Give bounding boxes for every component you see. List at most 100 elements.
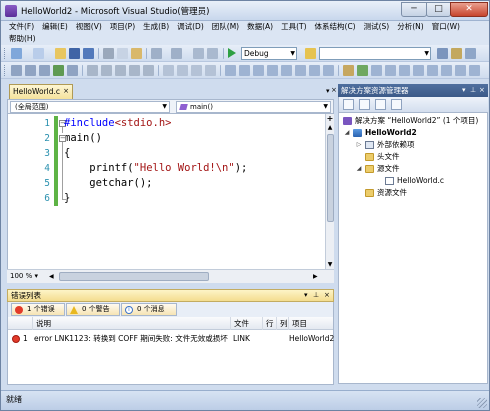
paste-icon[interactable] [131, 48, 142, 59]
menu-help[interactable]: 帮助(H) [3, 33, 40, 45]
toolbar-icon[interactable] [413, 65, 424, 76]
toolbar-icon[interactable] [239, 65, 250, 76]
toolbar-icon[interactable] [67, 65, 78, 76]
toolbar-icon[interactable] [205, 65, 216, 76]
messages-filter-button[interactable]: i 0 个消息 [121, 303, 177, 316]
pin-icon[interactable]: ⊥ [313, 290, 319, 301]
toolbar-icon[interactable] [309, 65, 320, 76]
function-dropdown[interactable]: main() ▼ [176, 101, 331, 113]
code-editor[interactable]: 1 − #include<stdio.h> 2 main() 3 { 4 pri… [7, 114, 325, 269]
toolbar-icon[interactable] [53, 65, 64, 76]
toolbar-icon[interactable] [281, 65, 292, 76]
toolbar-icon[interactable] [455, 65, 466, 76]
navigate-backward-icon[interactable] [193, 48, 204, 59]
menu-debug[interactable]: 调试(D) [173, 21, 208, 33]
chevron-down-icon[interactable]: ▾ [462, 84, 466, 97]
menu-analyze[interactable]: 分析(N) [393, 21, 427, 33]
toolbar-icon[interactable] [357, 65, 368, 76]
tab-helloworld-c[interactable]: HelloWorld.c × [9, 84, 73, 99]
toolbar-icon[interactable] [441, 65, 452, 76]
title-bar[interactable]: HelloWorld2 - Microsoft Visual Studio(管理… [1, 1, 489, 21]
scroll-left-icon[interactable]: ◀ [49, 271, 54, 282]
maximize-button[interactable]: □ [426, 2, 451, 17]
minimize-button[interactable]: ─ [401, 2, 427, 17]
toolbar-icon[interactable] [39, 65, 50, 76]
properties-icon[interactable] [343, 99, 354, 110]
splitter-icon[interactable]: + [326, 115, 334, 123]
column-header-line[interactable]: 行 [262, 317, 276, 330]
scroll-thumb[interactable] [327, 134, 334, 222]
menu-data[interactable]: 数据(A) [243, 21, 277, 33]
expand-arrow-icon[interactable]: ▷ [355, 139, 363, 151]
toolbar-icon[interactable] [323, 65, 334, 76]
editor-vertical-scrollbar[interactable]: + ▲ ▼ [325, 114, 334, 269]
start-debugging-icon[interactable] [228, 48, 236, 58]
zoom-level[interactable]: 100 % ▾ [10, 271, 38, 282]
solution-configuration-select[interactable]: Debug ▼ [241, 47, 297, 60]
toolbar-icon[interactable] [25, 65, 36, 76]
toolbar-icon[interactable] [469, 65, 480, 76]
toolbar-grip[interactable] [4, 48, 7, 59]
toolbar-icon[interactable] [163, 65, 174, 76]
table-row[interactable]: 1 error LNK1123: 转换到 COFF 期间失败: 文件无效或损坏 … [8, 332, 334, 346]
toolbar-icon[interactable] [267, 65, 278, 76]
toolbar-icon[interactable] [177, 65, 188, 76]
navigate-forward-icon[interactable] [207, 48, 218, 59]
close-icon[interactable]: × [331, 86, 337, 94]
close-tab-icon[interactable]: × [63, 85, 69, 98]
pin-icon[interactable]: ⊥ [470, 84, 476, 97]
close-icon[interactable]: × [479, 84, 485, 97]
menu-project[interactable]: 项目(P) [106, 21, 139, 33]
menu-test[interactable]: 测试(S) [360, 21, 394, 33]
refresh-icon[interactable] [375, 99, 386, 110]
add-item-icon[interactable] [33, 48, 44, 59]
new-project-icon[interactable] [11, 48, 22, 59]
show-all-files-icon[interactable] [359, 99, 370, 110]
view-class-diagram-icon[interactable] [391, 99, 402, 110]
warnings-filter-button[interactable]: 0 个警告 [66, 303, 120, 316]
scroll-right-icon[interactable]: ▶ [313, 271, 318, 282]
toolbar-icon[interactable] [129, 65, 140, 76]
toolbar-icon[interactable] [225, 65, 236, 76]
toolbar-icon[interactable] [371, 65, 382, 76]
menu-file[interactable]: 文件(F) [3, 21, 38, 33]
toolbar-icon[interactable] [427, 65, 438, 76]
chevron-down-icon[interactable]: ▾ [326, 87, 330, 95]
column-header-file[interactable]: 文件 [230, 317, 262, 330]
close-icon[interactable]: × [324, 290, 330, 301]
find-in-files-icon[interactable] [305, 48, 316, 59]
collapse-arrow-icon[interactable]: ◢ [343, 127, 351, 139]
resize-grip-icon[interactable] [477, 398, 487, 408]
toolbar-grip[interactable] [4, 65, 7, 76]
copy-icon[interactable] [117, 48, 128, 59]
toolbar-icon[interactable] [253, 65, 264, 76]
column-header-column[interactable]: 列 [276, 317, 288, 330]
toolbar-icon[interactable] [343, 65, 354, 76]
undo-icon[interactable] [151, 48, 162, 59]
redo-icon[interactable] [171, 48, 182, 59]
scroll-down-icon[interactable]: ▼ [326, 261, 334, 268]
horizontal-scroll-thumb[interactable] [59, 272, 209, 281]
find-icon[interactable] [437, 48, 448, 59]
toolbar-icon[interactable] [385, 65, 396, 76]
column-header-project[interactable]: 项目 [288, 317, 333, 330]
solution-explorer-header[interactable]: 解决方案资源管理器 ▾ ⊥ × [338, 84, 488, 97]
scroll-up-icon[interactable]: ▲ [326, 124, 334, 131]
scope-dropdown[interactable]: (全局范围) ▼ [10, 101, 170, 113]
toolbar-icon[interactable] [101, 65, 112, 76]
errors-filter-button[interactable]: 1 个错误 [11, 303, 65, 316]
chevron-down-icon[interactable]: ▾ [304, 290, 308, 301]
close-button[interactable]: ✕ [450, 2, 488, 17]
menu-tools[interactable]: 工具(T) [277, 21, 310, 33]
column-header-index[interactable] [8, 317, 32, 330]
column-header-description[interactable]: 说明 [32, 317, 230, 330]
toolbar-icon[interactable] [115, 65, 126, 76]
menu-architecture[interactable]: 体系结构(C) [311, 21, 360, 33]
save-all-icon[interactable] [83, 48, 94, 59]
find-combo[interactable]: ▼ [319, 47, 431, 60]
toolbar-icon[interactable] [191, 65, 202, 76]
collapse-arrow-icon[interactable]: ◢ [355, 163, 363, 175]
toolbar-icon[interactable] [11, 65, 22, 76]
error-list-header[interactable]: 错误列表 ▾ ⊥ × [7, 289, 334, 302]
properties-icon[interactable] [465, 48, 476, 59]
